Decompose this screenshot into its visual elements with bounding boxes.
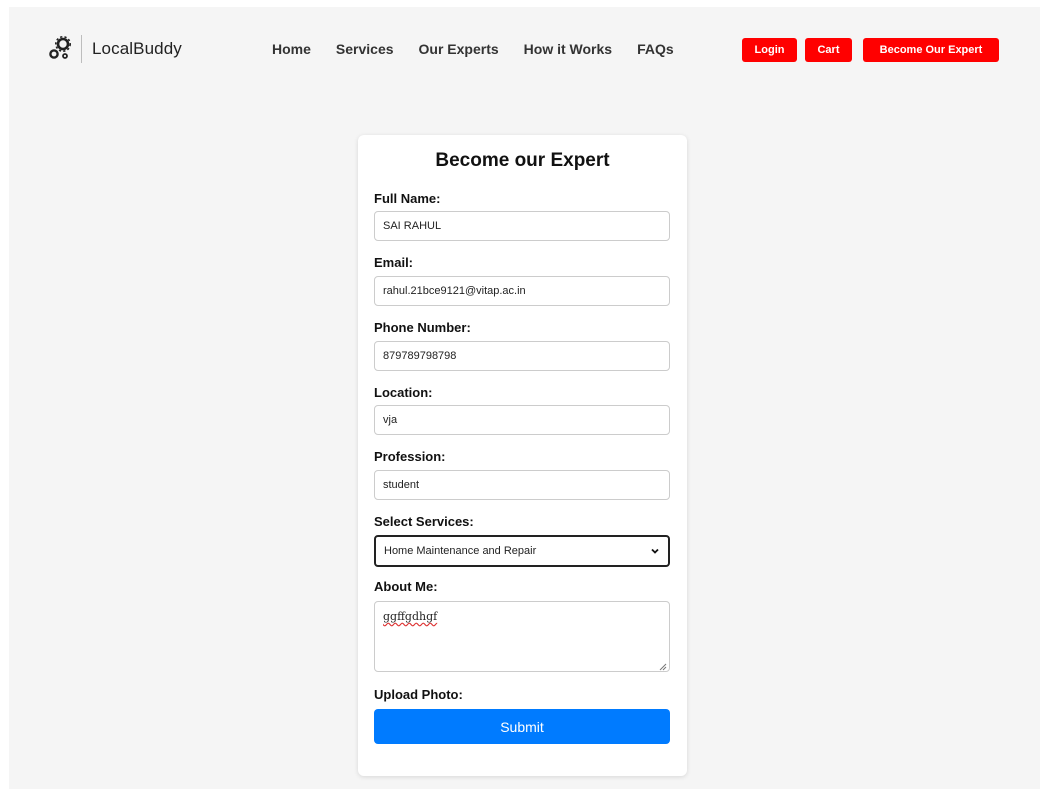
location-label: Location: — [374, 385, 433, 400]
profession-value: student — [383, 479, 420, 491]
become-expert-button[interactable]: Become Our Expert — [863, 38, 999, 62]
brand-name: LocalBuddy — [92, 39, 182, 58]
services-selected-value: Home Maintenance and Repair — [384, 545, 537, 557]
email-label: Email: — [374, 255, 414, 270]
form-title: Become our Expert — [435, 150, 610, 171]
nav-how-it-works[interactable]: How it Works — [524, 41, 612, 57]
chevron-down-icon — [650, 546, 660, 556]
about-textarea[interactable]: ggffgdhgf — [374, 601, 670, 672]
email-value: rahul.21bce9121@vitap.ac.in — [383, 285, 526, 297]
phone-input[interactable]: 879789798798 — [374, 341, 670, 371]
phone-value: 879789798798 — [383, 350, 457, 362]
phone-label: Phone Number: — [374, 320, 471, 335]
brand-logo[interactable]: LocalBuddy — [48, 35, 182, 63]
full-name-input[interactable]: SAI RAHUL — [374, 211, 670, 241]
about-value: ggffgdhgf — [383, 610, 438, 623]
profession-label: Profession: — [374, 449, 446, 464]
nav-links: Home Services Our Experts How it Works F… — [272, 41, 699, 57]
location-value: vja — [383, 414, 398, 426]
services-select[interactable]: Home Maintenance and Repair — [374, 535, 670, 567]
full-name-value: SAI RAHUL — [383, 220, 442, 232]
navbar: LocalBuddy Home Services Our Experts How… — [9, 7, 1040, 97]
page: LocalBuddy Home Services Our Experts How… — [9, 7, 1040, 789]
logo-divider — [81, 35, 82, 63]
submit-button[interactable]: Submit — [374, 709, 670, 744]
expert-form-card: Become our Expert Full Name: SAI RAHUL E… — [358, 135, 687, 776]
nav-services[interactable]: Services — [336, 41, 394, 57]
location-input[interactable]: vja — [374, 405, 670, 435]
full-name-label: Full Name: — [374, 191, 441, 206]
email-input[interactable]: rahul.21bce9121@vitap.ac.in — [374, 276, 670, 306]
nav-faqs[interactable]: FAQs — [637, 41, 674, 57]
gears-icon — [48, 35, 72, 63]
profession-input[interactable]: student — [374, 470, 670, 500]
upload-photo-label: Upload Photo: — [374, 687, 463, 702]
nav-home[interactable]: Home — [272, 41, 311, 57]
resize-grip-icon[interactable] — [659, 661, 667, 671]
nav-our-experts[interactable]: Our Experts — [419, 41, 499, 57]
login-button[interactable]: Login — [742, 38, 797, 62]
services-label: Select Services: — [374, 514, 474, 529]
cart-button[interactable]: Cart — [805, 38, 852, 62]
about-label: About Me: — [374, 579, 438, 594]
